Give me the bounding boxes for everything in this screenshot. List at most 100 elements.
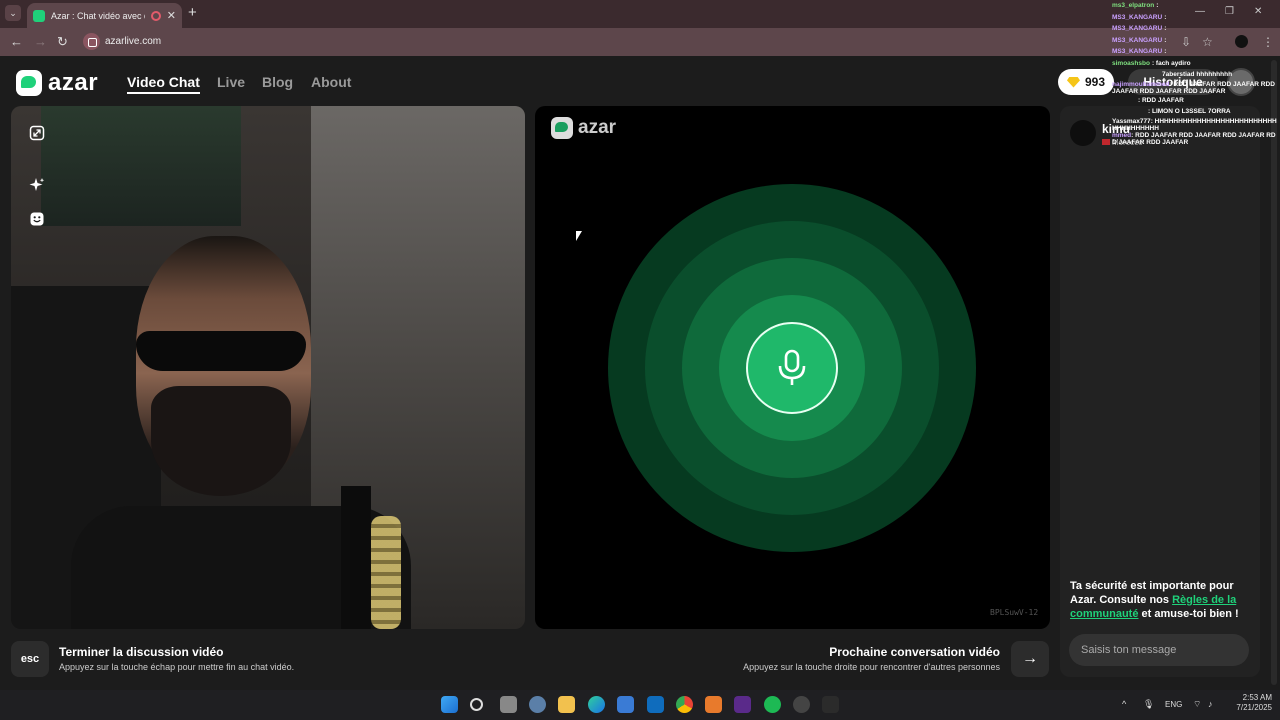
stream-chat-message: MS3_KANGARU: [1112,46,1280,58]
background-poster [41,106,241,226]
wifi-icon[interactable]: ⌔ [1193,699,1201,710]
safety-notice: Ta sécurité est importante pour Azar. Co… [1070,580,1255,621]
search-icon[interactable] [470,698,483,711]
chat-text: : [1164,48,1167,56]
person-beard [151,386,291,496]
azar-logo-icon [16,70,42,96]
tab-search-dropdown-icon[interactable]: ⌄ [5,5,21,21]
chat-username: MS3_KANGARU [1112,36,1163,44]
stream-chat-message: Yassmax777: HHHHHHHHHHHHHHHHHHHHHHHHHHHH… [1112,118,1280,132]
nav-blog[interactable]: Blog [262,74,293,90]
sunglasses [136,331,306,371]
stream-chat-message: mmed: RDD JAAFAR RDD JAAFAR RDD JAAFAR R… [1112,132,1280,146]
effects-button[interactable] [25,173,49,197]
edge-browser-icon[interactable] [588,696,605,713]
file-explorer-icon[interactable] [558,696,575,713]
stream-chat-message: 7aberstiad hhhhhhhhh [1112,69,1280,81]
chat-text: : RDD JAAFAR RDD JAAFAR RDD JAAFAR RDD J… [1112,132,1276,147]
chat-username: MS3_KANGARU [1112,48,1163,56]
nav-live[interactable]: Live [217,74,245,90]
stream-chat-message: ms3_elpatron: [1112,0,1280,12]
language-indicator[interactable]: ENG [1165,700,1182,709]
browser-tabbar: ⌄ Azar : Chat vidéo avec de n ✕ + — ❐ ✕ [0,0,1280,28]
end-chat-title: Terminer la discussion vidéo [59,645,224,659]
chat-text: 7aberstiad hhhhhhhhh [1162,71,1233,79]
mic-tray-icon[interactable]: 🎙 [1143,699,1154,710]
spotify-icon[interactable] [764,696,781,713]
voice-mode-mic[interactable] [746,322,838,414]
clock-date: 7/21/2025 [1236,703,1272,713]
recording-indicator-icon [150,10,161,21]
launcher-app-icon[interactable] [705,696,722,713]
new-tab-button[interactable]: + [188,4,197,21]
chat-text: : [1164,13,1167,21]
gems-balance-button[interactable]: 993 [1058,69,1114,95]
chat-username: MS3_KANGARU [1112,25,1163,33]
chat-text: : fach aydiro [1151,59,1191,67]
start-windows-icon[interactable] [441,696,458,713]
logo-text: azar [48,69,99,96]
task-view-icon[interactable] [500,696,517,713]
tab-close-icon[interactable]: ✕ [167,9,176,22]
next-chat-subtitle: Appuyez sur la touche droite pour rencon… [743,662,1000,672]
reload-icon[interactable]: ↻ [57,34,68,50]
nav-about[interactable]: About [311,74,351,90]
next-app-icon[interactable] [734,696,751,713]
streaming-app-icon[interactable] [822,696,839,713]
fullscreen-toggle-button[interactable] [25,121,49,145]
end-chat-button[interactable]: esc [11,641,49,677]
partner-avatar[interactable] [1070,120,1096,146]
tab-title: Azar : Chat vidéo avec de n [51,10,145,21]
microphone-icon [778,349,806,385]
volume-icon[interactable]: ♪ [1208,699,1213,709]
my-camera-video [11,106,525,629]
clock-time: 2:53 AM [1242,693,1272,702]
chat-username: ms3_elpatron [1112,2,1155,10]
stream-chat-message: simoashsbo: fach aydiro [1112,58,1280,70]
chat-username: MS3_KANGARU [1112,13,1163,21]
gems-count: 993 [1084,75,1106,89]
site-info-icon[interactable] [83,33,100,50]
browser-tab-azar[interactable]: Azar : Chat vidéo avec de n ✕ [27,3,182,28]
chrome-icon[interactable] [676,696,693,713]
esc-key-label: esc [20,653,40,665]
center-azar-logo: azar [551,117,616,139]
tray-overflow-icon[interactable]: ^ [1122,699,1126,709]
morocco-flag-icon [1102,139,1110,145]
microphone-arm [341,486,371,629]
nav-video-chat[interactable]: Video Chat [127,74,200,94]
system-clock[interactable]: 2:53 AM 7/21/2025 [1228,693,1272,714]
chat-username: simoashsbo [1112,59,1150,67]
url-field[interactable]: azarlive.com [105,36,161,47]
stream-chat-overlay: ms3_elpatron: MS3_KANGARU: MS3_KANGARU : … [1112,0,1280,186]
stream-chat-message: : RDD JAAFAR [1112,95,1280,107]
azar-favicon-icon [33,9,45,22]
sticker-button[interactable] [25,207,49,231]
store-icon[interactable] [617,696,634,713]
forward-arrow-icon[interactable]: → [34,34,47,49]
chat-text: : RDD JAAFAR [1138,96,1184,104]
chat-username: najimmouhammed [1112,80,1170,88]
session-code: BPLSuwV-12 [990,608,1039,617]
chat-text: : [1164,25,1167,33]
back-arrow-icon[interactable]: ← [10,34,23,49]
windows-taskbar [0,690,1280,720]
stream-chat-message: : LIMON O L3SSEL 7ORRA [1112,106,1280,118]
message-input[interactable] [1069,634,1249,666]
browser-addressbar: ← → ↻ [0,28,1280,56]
end-chat-subtitle: Appuyez sur la touche échap pour mettre … [59,662,295,672]
azar-logo-icon [551,117,573,139]
chat-panel: kimu Morocco Ta sécurité est importante … [1060,106,1260,677]
settings-gear-icon[interactable] [529,696,546,713]
stream-chat-message: MS3_KANGARU: [1112,35,1280,47]
mouse-cursor-icon [576,231,582,241]
azar-logo[interactable]: azar [16,69,98,97]
prayer-beads [371,516,401,629]
center-logo-text: azar [578,117,617,138]
obs-icon[interactable] [793,696,810,713]
safety-text-end: et amuse-toi bien ! [1138,607,1239,620]
chat-text: : [1164,36,1167,44]
arrow-right-icon: → [1022,650,1038,667]
outlook-icon[interactable] [647,696,664,713]
next-chat-button[interactable]: → [1011,641,1049,677]
